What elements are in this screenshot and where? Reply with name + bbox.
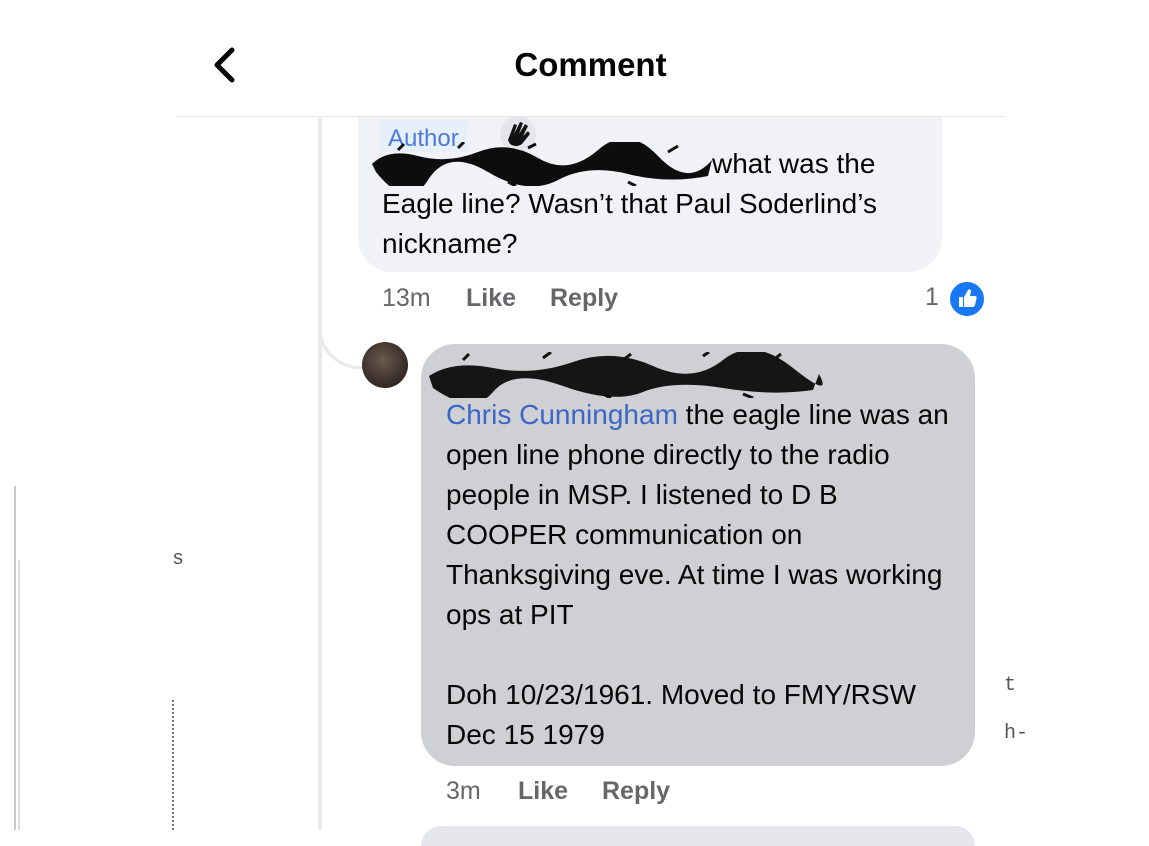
scan-edge-line (18, 560, 20, 830)
like-button[interactable]: Like (466, 284, 516, 313)
thread-line (318, 118, 322, 830)
reply-button[interactable]: Reply (602, 777, 670, 806)
reaction-count[interactable]: 1 (925, 283, 939, 312)
page-title: Comment (514, 46, 667, 83)
like-button[interactable]: Like (518, 777, 568, 806)
comment-timestamp: 3m (446, 777, 481, 805)
header-bar: Comment (176, 20, 1005, 117)
next-comment-bubble (421, 826, 975, 846)
avatar[interactable] (362, 342, 408, 388)
comment-text: what was the Eagle line? Wasn’t that Pau… (382, 148, 877, 259)
scan-edge-char: s (172, 548, 185, 571)
thumbs-up-icon[interactable] (948, 280, 986, 318)
reply-button[interactable]: Reply (550, 284, 618, 313)
comment-timestamp: 13m (382, 284, 431, 312)
scan-edge-char: h- (1004, 722, 1029, 745)
scan-edge-marks (172, 700, 180, 830)
redacted-name (423, 349, 823, 404)
user-mention-link[interactable]: Chris Cunningham (446, 399, 678, 430)
comment-text: Chris Cunningham the eagle line was an o… (446, 399, 949, 750)
scan-edge-char: t (1004, 674, 1017, 697)
scan-edge-line (14, 486, 16, 830)
comment-bubble-selected: Chris Cunningham the eagle line was an o… (421, 344, 975, 766)
